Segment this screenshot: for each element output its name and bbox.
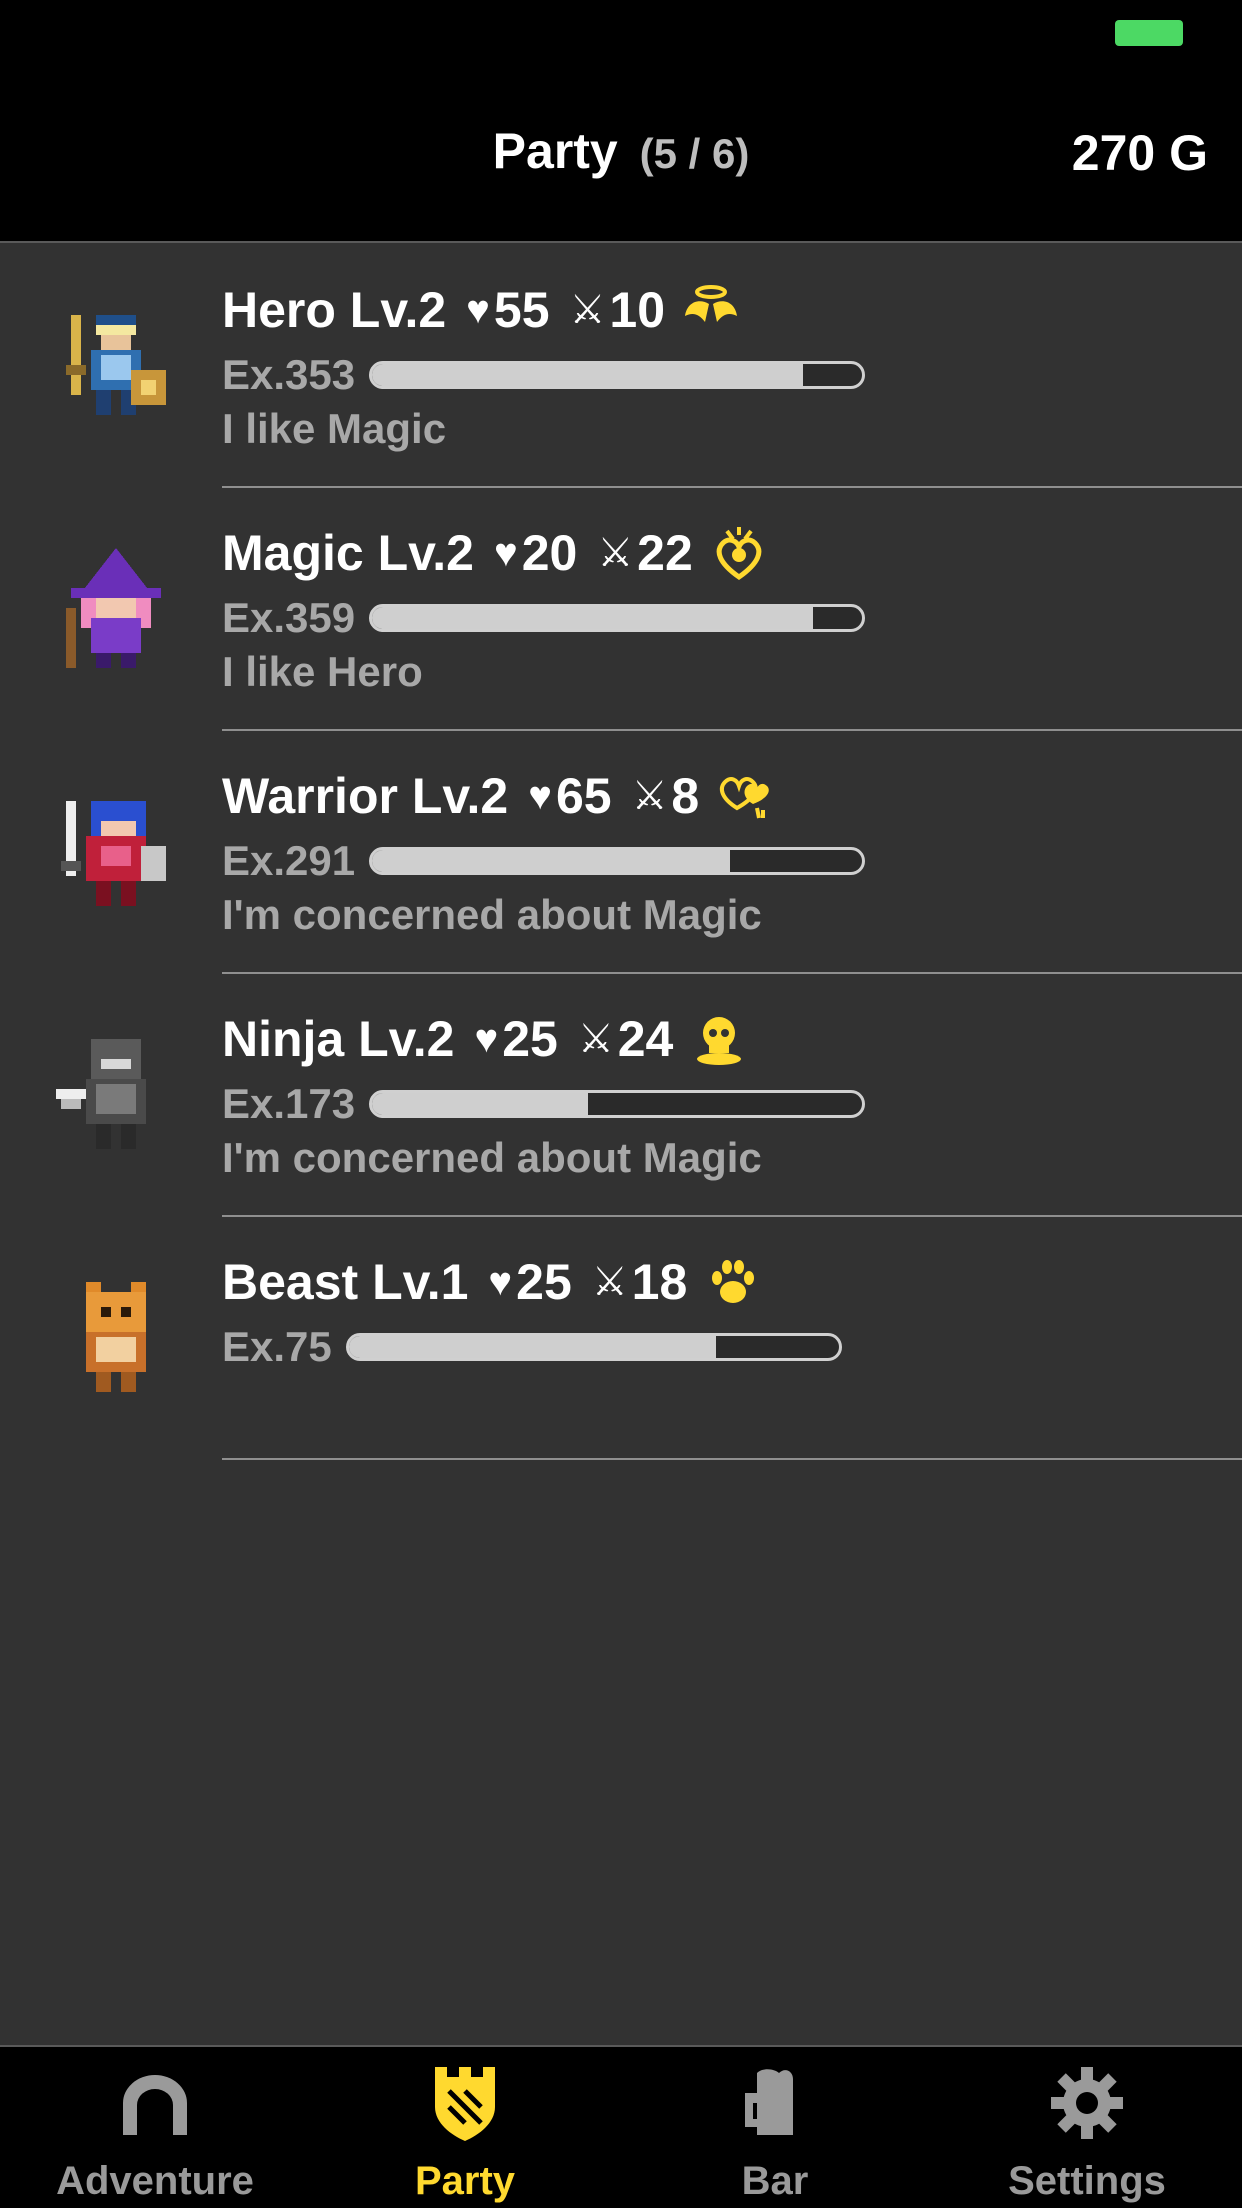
member-name: Magic Lv.2 (222, 525, 474, 581)
exp-progress-bar (369, 361, 866, 389)
party-count: (5 / 6) (639, 130, 750, 177)
member-status: I'm concerned about Magic (222, 891, 762, 938)
exp-progress-bar (369, 847, 866, 875)
sword-icon: ⚔ (591, 1260, 628, 1304)
member-stats-line: Magic Lv.2 ♥ 20 ⚔ 22 (222, 524, 769, 582)
member-hp: 25 (516, 1254, 572, 1310)
sword-icon: ⚔ (597, 531, 634, 575)
member-exp: Ex.353 (222, 351, 356, 398)
member-stats-line: Ninja Lv.2 ♥ 25 ⚔ 24 (222, 1010, 749, 1068)
mug-icon (745, 2069, 793, 2135)
member-name: Ninja Lv.2 (222, 1011, 455, 1067)
member-atk: 10 (609, 282, 666, 338)
member-exp: Ex.291 (222, 837, 356, 884)
skull-icon (689, 1011, 749, 1067)
gear-icon (1051, 2067, 1123, 2139)
member-status: I like Magic (222, 405, 447, 452)
page-title-label: Party (492, 123, 618, 179)
party-member-ninja[interactable]: Ninja Lv.2 ♥ 25 ⚔ 24 Ex.173 I'm concerne… (0, 974, 1242, 1217)
exp-line: Ex.353 (222, 351, 866, 399)
member-name: Beast Lv.1 (222, 1254, 469, 1310)
sword-icon: ⚔ (631, 774, 668, 818)
member-atk: 8 (671, 768, 700, 824)
tab-settings[interactable]: Settings (932, 2047, 1242, 2208)
party-member-hero[interactable]: Hero Lv.2 ♥ 55 ⚔ 10 Ex.353 I like Magic (0, 245, 1242, 488)
party-member-magic[interactable]: Magic Lv.2 ♥ 20 ⚔ 22 Ex.359 I like Hero (0, 488, 1242, 731)
exp-line: Ex.291 (222, 837, 866, 885)
exp-progress-bar (345, 1333, 842, 1361)
swirl-heart-icon (709, 525, 769, 581)
member-status: I'm concerned about Magic (222, 1134, 762, 1181)
magic-sprite (56, 548, 176, 678)
member-status: I like Hero (222, 648, 423, 695)
castle-shield-icon (435, 2067, 495, 2141)
exp-progress-fill (372, 850, 730, 872)
tab-party[interactable]: Party (310, 2047, 620, 2208)
member-exp: Ex.359 (222, 594, 356, 641)
paw-icon (703, 1254, 763, 1310)
member-hp: 25 (502, 1011, 558, 1067)
app-root: Party (5 / 6) 270 G Hero Lv.2 ♥ 55 ⚔ 10 … (0, 0, 1242, 2208)
member-stats-line: Hero Lv.2 ♥ 55 ⚔ 10 (222, 281, 741, 339)
party-list: Hero Lv.2 ♥ 55 ⚔ 10 Ex.353 I like Magic (0, 245, 1242, 1460)
member-atk: 24 (617, 1011, 674, 1067)
exp-progress-bar (369, 604, 866, 632)
beast-sprite (56, 1277, 176, 1407)
top-bar: Party (5 / 6) 270 G (0, 0, 1242, 243)
tab-bar: Adventure Party Bar Settings (0, 2045, 1242, 2208)
tab-adventure[interactable]: Adventure (0, 2047, 310, 2208)
exp-line: Ex.359 (222, 594, 866, 642)
member-atk: 18 (631, 1254, 688, 1310)
exp-line: Ex.75 (222, 1323, 842, 1371)
member-name: Hero Lv.2 (222, 282, 447, 338)
halo-wings-icon (681, 282, 741, 338)
member-atk: 22 (637, 525, 693, 581)
heart-icon: ♥ (488, 1259, 513, 1304)
gold-amount: 270 G (1071, 125, 1208, 181)
tab-bar-drinks[interactable]: Bar (620, 2047, 930, 2208)
heart-icon: ♥ (466, 287, 490, 332)
party-member-beast[interactable]: Beast Lv.1 ♥ 25 ⚔ 18 Ex.75 (0, 1217, 1242, 1460)
exp-progress-fill (348, 1336, 717, 1358)
tab-label: Bar (741, 2159, 809, 2203)
exp-line: Ex.173 (222, 1080, 866, 1128)
heart-icon: ♥ (493, 530, 518, 575)
heart-icon: ♥ (528, 773, 552, 818)
member-stats-line: Warrior Lv.2 ♥ 65 ⚔ 8 (222, 767, 775, 825)
tab-label: Party (414, 2159, 516, 2203)
member-hp: 65 (555, 768, 612, 824)
sword-icon: ⚔ (569, 288, 606, 332)
member-name: Warrior Lv.2 (222, 768, 509, 824)
member-stats-line: Beast Lv.1 ♥ 25 ⚔ 18 (222, 1253, 763, 1311)
sword-icon: ⚔ (577, 1017, 614, 1061)
member-hp: 20 (521, 525, 578, 581)
party-member-warrior[interactable]: Warrior Lv.2 ♥ 65 ⚔ 8 Ex.291 I'm concern… (0, 731, 1242, 974)
arch-icon (123, 2075, 187, 2135)
heart-icon: ♥ (474, 1016, 499, 1061)
member-hp: 55 (493, 282, 550, 338)
broken-hearts-icon (715, 768, 775, 824)
exp-progress-fill (372, 1093, 588, 1115)
page-title: Party (5 / 6) (0, 122, 1242, 180)
ninja-sprite (56, 1034, 176, 1164)
warrior-sprite (56, 791, 176, 921)
member-exp: Ex.173 (222, 1080, 356, 1127)
tab-label: Adventure (56, 2159, 254, 2203)
exp-progress-fill (372, 364, 804, 386)
member-exp: Ex.75 (222, 1323, 332, 1370)
tab-label: Settings (1008, 2159, 1166, 2203)
exp-progress-bar (369, 1090, 866, 1118)
hero-sprite (56, 305, 176, 435)
battery-icon (1115, 20, 1183, 46)
exp-progress-fill (372, 607, 814, 629)
